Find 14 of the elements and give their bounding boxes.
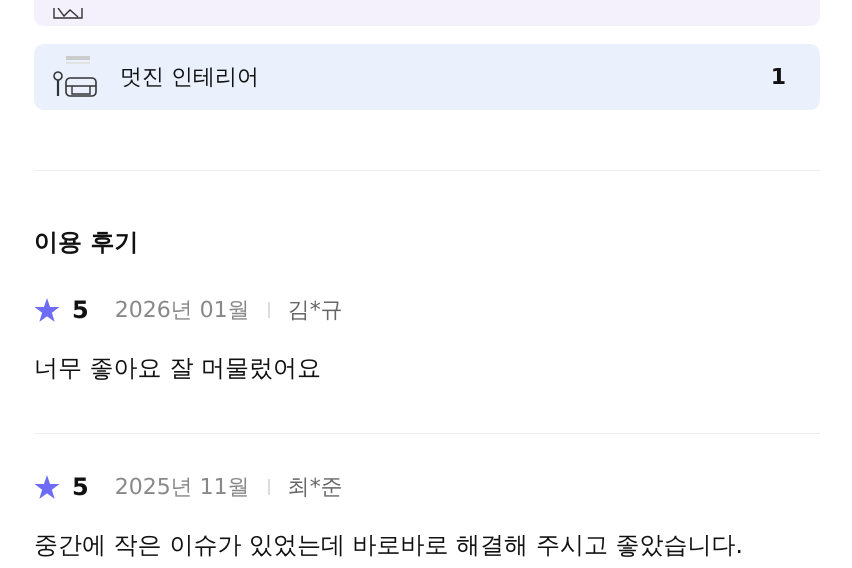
amenity-count: 1 — [770, 64, 786, 90]
amenity-label: 멋진 인테리어 — [120, 64, 260, 92]
rating-score: 5 — [72, 473, 89, 501]
review-date: 2025년 11월 — [114, 474, 250, 502]
star-icon — [34, 298, 60, 322]
review-author: 최*준 — [288, 474, 343, 502]
rating-score: 5 — [72, 296, 89, 324]
review-text: 너무 좋아요 잘 머물렀어요 — [34, 353, 322, 383]
star-icon — [34, 474, 60, 500]
review-author: 김*규 — [288, 297, 343, 325]
section-title: 이용 후기 — [34, 227, 140, 257]
review-date: 2026년 01월 — [114, 297, 250, 325]
lamp-sofa-icon — [50, 54, 98, 100]
review-text: 중간에 작은 이슈가 있었는데 바로바로 해결해 주시고 좋았습니다. — [34, 530, 744, 560]
